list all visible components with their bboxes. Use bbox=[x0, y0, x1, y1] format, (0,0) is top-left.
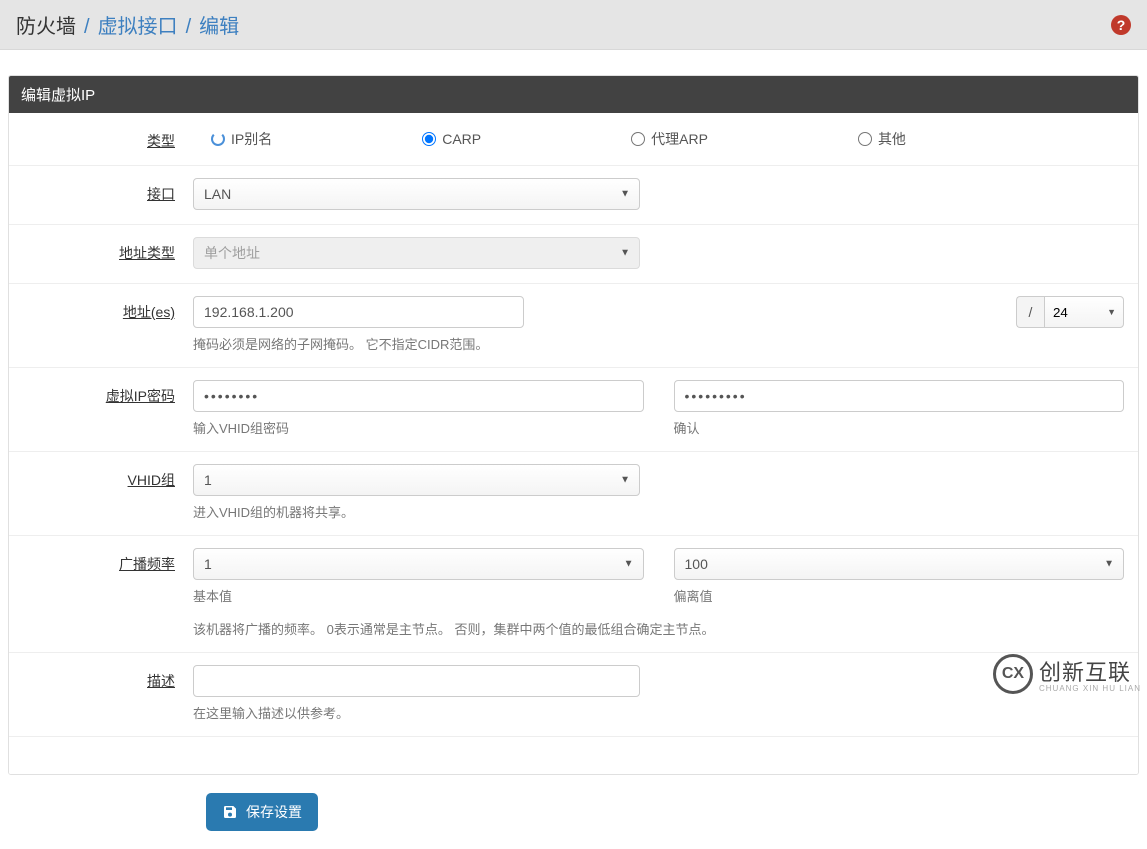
row-description: 描述 在这里输入描述以供参考。 bbox=[9, 652, 1138, 736]
radio-carp[interactable]: CARP bbox=[422, 129, 481, 149]
save-icon bbox=[222, 804, 238, 820]
loading-spinner-icon bbox=[211, 132, 225, 146]
radio-other-label: 其他 bbox=[878, 129, 906, 149]
radio-other-input[interactable] bbox=[858, 132, 872, 146]
row-interface: 接口 LAN bbox=[9, 165, 1138, 224]
breadcrumb-bar: 防火墙 / 虚拟接口 / 编辑 ? bbox=[0, 0, 1147, 50]
radio-ip-alias[interactable]: IP别名 bbox=[211, 129, 272, 149]
password-confirm-hint: 确认 bbox=[674, 418, 1125, 437]
cidr-select[interactable]: 24 bbox=[1044, 296, 1124, 328]
label-addresses: 地址(es) bbox=[23, 296, 193, 322]
save-button[interactable]: 保存设置 bbox=[206, 793, 318, 831]
freq-desc: 该机器将广播的频率。 0表示通常是主节点。 否则，集群中两个值的最低组合确定主节… bbox=[193, 619, 1124, 638]
freq-base-hint: 基本值 bbox=[193, 586, 644, 605]
radio-other[interactable]: 其他 bbox=[858, 129, 906, 149]
radio-carp-label: CARP bbox=[442, 131, 481, 147]
address-input[interactable] bbox=[193, 296, 524, 328]
row-addr-type: 地址类型 单个地址 bbox=[9, 224, 1138, 283]
row-vip-password: 虚拟IP密码 输入VHID组密码 确认 bbox=[9, 367, 1138, 451]
addr-type-select: 单个地址 bbox=[193, 237, 640, 269]
freq-base-select[interactable]: 1 bbox=[193, 548, 644, 580]
cidr-slash: / bbox=[1016, 296, 1044, 328]
label-vhid: VHID组 bbox=[23, 464, 193, 490]
description-hint: 在这里输入描述以供参考。 bbox=[193, 703, 1124, 722]
vhid-select[interactable]: 1 bbox=[193, 464, 640, 496]
edit-vip-panel: 编辑虚拟IP 类型 IP别名 CARP bbox=[8, 75, 1139, 775]
radio-proxy-arp-input[interactable] bbox=[631, 132, 645, 146]
watermark-logo-icon: CX bbox=[993, 654, 1033, 694]
label-interface: 接口 bbox=[23, 178, 193, 204]
radio-carp-input[interactable] bbox=[422, 132, 436, 146]
vhid-hint: 进入VHID组的机器将共享。 bbox=[193, 502, 1124, 521]
password-confirm-input[interactable] bbox=[674, 380, 1125, 412]
freq-skew-hint: 偏离值 bbox=[674, 586, 1125, 605]
save-button-label: 保存设置 bbox=[246, 802, 302, 822]
help-icon[interactable]: ? bbox=[1111, 15, 1131, 35]
radio-proxy-arp[interactable]: 代理ARP bbox=[631, 129, 708, 149]
breadcrumb-edit[interactable]: 编辑 bbox=[199, 10, 239, 39]
row-vhid: VHID组 1 进入VHID组的机器将共享。 bbox=[9, 451, 1138, 535]
freq-skew-select[interactable]: 100 bbox=[674, 548, 1125, 580]
radio-proxy-arp-label: 代理ARP bbox=[651, 129, 708, 149]
password-input[interactable] bbox=[193, 380, 644, 412]
panel-footer bbox=[9, 736, 1138, 774]
label-description: 描述 bbox=[23, 665, 193, 691]
row-broadcast-freq: 广播频率 1 基本值 bbox=[9, 535, 1138, 652]
breadcrumb-root: 防火墙 bbox=[16, 10, 76, 39]
label-broadcast-freq: 广播频率 bbox=[23, 548, 193, 574]
row-type: 类型 IP别名 CARP 代理ARP bbox=[9, 113, 1138, 165]
breadcrumb-sep: / bbox=[84, 16, 90, 39]
label-vip-password: 虚拟IP密码 bbox=[23, 380, 193, 406]
breadcrumb-virtual-interface[interactable]: 虚拟接口 bbox=[98, 10, 178, 39]
label-addr-type: 地址类型 bbox=[23, 237, 193, 263]
label-type: 类型 bbox=[23, 125, 193, 151]
watermark-text: 创新互联 bbox=[1039, 660, 1131, 685]
interface-select[interactable]: LAN bbox=[193, 178, 640, 210]
breadcrumb-sep: / bbox=[186, 16, 192, 39]
description-input[interactable] bbox=[193, 665, 640, 697]
watermark: CX 创新互联 CHUANG XIN HU LIAN bbox=[993, 654, 1141, 694]
radio-ip-alias-label: IP别名 bbox=[231, 129, 272, 149]
panel-title: 编辑虚拟IP bbox=[9, 76, 1138, 113]
row-addresses: 地址(es) / 24 掩码必须是网络的子网掩码 bbox=[9, 283, 1138, 367]
watermark-subtext: CHUANG XIN HU LIAN bbox=[1039, 684, 1141, 693]
address-hint: 掩码必须是网络的子网掩码。 它不指定CIDR范围。 bbox=[193, 334, 1124, 353]
password-hint: 输入VHID组密码 bbox=[193, 418, 644, 437]
